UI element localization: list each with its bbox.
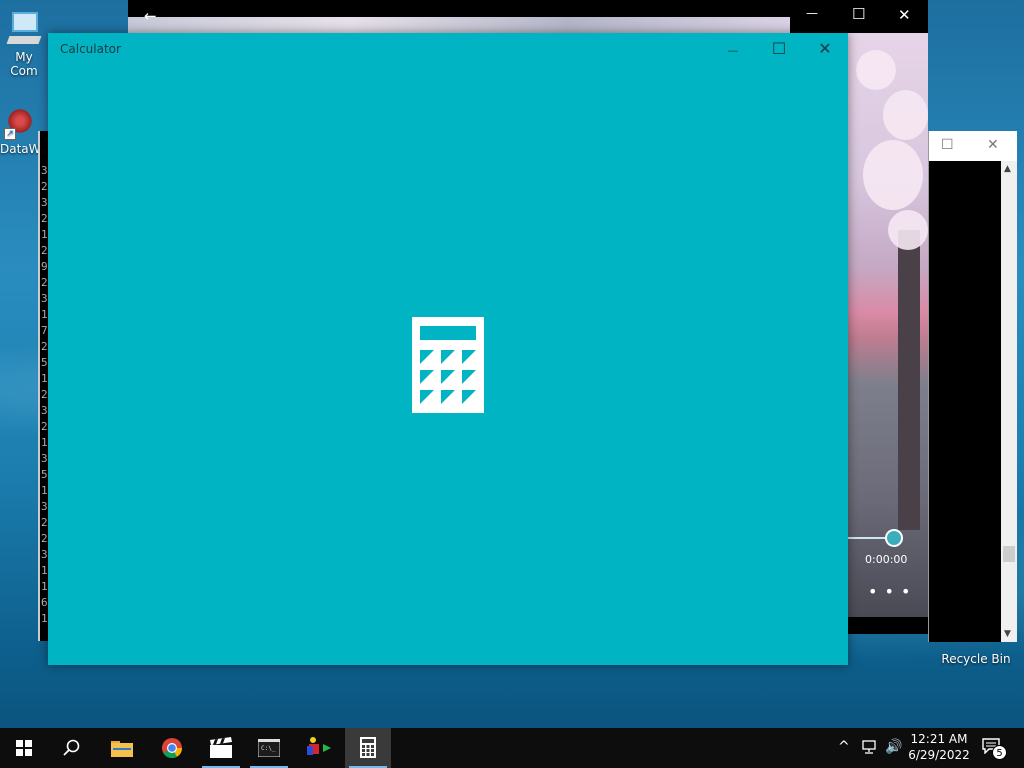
desktop-icon-dataw[interactable]: ↗ DataW	[0, 108, 41, 156]
scroll-down-icon[interactable]: ▼	[1004, 629, 1011, 639]
scrollbar-thumb[interactable]	[1003, 546, 1015, 562]
taskbar: C:\_ ^ 🔊 12:21 AM 6/29/2022 5	[0, 728, 1024, 768]
network-icon[interactable]	[862, 740, 880, 754]
maximize-icon[interactable]: ☐	[852, 5, 865, 23]
terminal-icon: C:\_	[258, 739, 280, 757]
network-graph-icon: ↗	[4, 108, 36, 140]
maximize-button[interactable]: ☐	[756, 33, 802, 64]
desktop-icon-recycle-bin[interactable]: Recycle Bin	[940, 640, 1012, 666]
desktop-icon-label: Recycle Bin	[941, 652, 1011, 666]
window-title: Calculator	[60, 42, 121, 56]
app-button[interactable]	[296, 728, 342, 768]
clock-date: 6/29/2022	[908, 748, 970, 762]
computer-icon	[6, 10, 42, 48]
folder-icon	[111, 741, 133, 757]
desktop-icon-label: DataW	[0, 142, 41, 156]
calculator-button[interactable]	[345, 728, 391, 768]
svg-text:C:\_: C:\_	[261, 745, 276, 752]
movies-tv-button[interactable]	[198, 728, 244, 768]
maximize-icon[interactable]: ☐	[941, 137, 954, 153]
chrome-button[interactable]	[149, 728, 195, 768]
clapperboard-icon	[210, 737, 232, 758]
maximize-icon: ☐	[771, 39, 787, 58]
close-icon[interactable]: ✕	[898, 6, 911, 24]
clock-time: 12:21 AM	[910, 732, 968, 746]
back-arrow-icon[interactable]: ←	[144, 7, 157, 25]
seek-handle[interactable]	[885, 529, 903, 547]
action-center-button[interactable]: 5	[980, 736, 1007, 760]
search-button[interactable]	[48, 728, 94, 768]
side-window[interactable]: ☐ ✕ ▲ ▼	[928, 131, 1017, 642]
search-icon	[63, 739, 80, 756]
file-explorer-button[interactable]	[99, 728, 145, 768]
minimize-icon[interactable]: —	[806, 6, 818, 20]
chrome-icon	[162, 738, 183, 759]
shapes-icon	[307, 737, 331, 755]
start-button[interactable]	[0, 728, 46, 768]
calculator-icon	[360, 737, 376, 758]
close-icon[interactable]: ✕	[987, 137, 999, 153]
volume-icon[interactable]: 🔊	[885, 739, 902, 755]
close-button[interactable]: ✕	[802, 33, 848, 64]
minimize-button[interactable]: —	[710, 33, 756, 64]
minimize-icon: —	[727, 44, 739, 57]
side-window-titlebar: ☐ ✕	[929, 131, 1017, 161]
calculator-window[interactable]: Calculator — ☐ ✕	[48, 33, 848, 665]
scroll-up-icon[interactable]: ▲	[1004, 164, 1011, 174]
close-icon: ✕	[818, 39, 832, 58]
tree-trunk	[898, 230, 920, 530]
desktop-icon-my-computer[interactable]: My Com	[0, 10, 48, 78]
notification-count-badge: 5	[992, 745, 1007, 760]
desktop-icon-label: My Com	[10, 50, 38, 78]
windows-logo-icon	[16, 740, 32, 756]
video-titlebar: ← — ☐ ✕	[128, 0, 928, 33]
terminal-button[interactable]: C:\_	[246, 728, 292, 768]
clock[interactable]: 12:21 AM 6/29/2022	[908, 731, 970, 763]
playback-time: 0:00:00	[865, 553, 908, 566]
vertical-scrollbar[interactable]: ▲ ▼	[1001, 161, 1017, 642]
show-hidden-icons-button[interactable]: ^	[838, 739, 850, 755]
calculator-splash-icon	[412, 317, 484, 413]
more-options-button[interactable]: • • •	[868, 582, 911, 601]
